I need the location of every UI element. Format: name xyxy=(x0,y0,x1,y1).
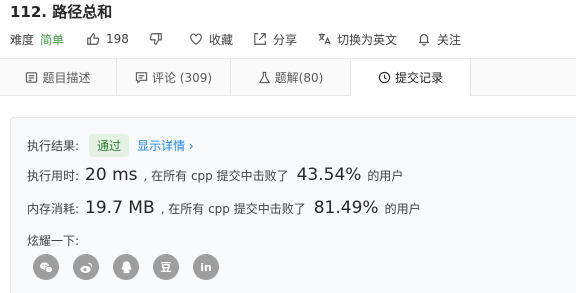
tab-comments-label: 评论 (309) xyxy=(151,71,213,85)
difficulty-label: 难度 xyxy=(10,32,35,47)
runtime-value: 20 ms xyxy=(85,165,138,185)
share-prompt-row: 炫耀一下: xyxy=(27,232,79,249)
qq-icon xyxy=(119,260,134,275)
tab-solutions[interactable]: 题解(80) xyxy=(231,59,351,96)
weibo-icon xyxy=(79,260,94,275)
follow-button[interactable]: 关注 xyxy=(417,31,461,48)
douban-icon: 豆 xyxy=(160,261,172,274)
runtime-text: , 在所有 cpp 提交中击败了 xyxy=(143,168,289,183)
status-label: 执行结果: xyxy=(27,139,80,153)
share-label: 分享 xyxy=(272,32,297,47)
heart-icon xyxy=(189,32,203,46)
tab-solutions-label: 题解(80) xyxy=(274,71,324,85)
memory-label: 内存消耗: xyxy=(27,201,80,216)
comment-icon xyxy=(135,71,148,84)
tab-description[interactable]: 题目描述 xyxy=(0,59,117,96)
translate-icon xyxy=(317,32,331,46)
linkedin-icon: in xyxy=(200,260,212,274)
memory-value: 19.7 MB xyxy=(85,198,155,218)
runtime-percentile: 43.54% xyxy=(296,165,362,185)
share-wechat-button[interactable] xyxy=(33,254,59,280)
switch-language-button[interactable]: 切换为英文 xyxy=(317,31,397,48)
share-weibo-button[interactable] xyxy=(73,254,99,280)
share-prompt: 炫耀一下: xyxy=(27,234,80,248)
share-icon xyxy=(253,32,267,46)
show-details-link[interactable]: 显示详情 › xyxy=(137,137,194,154)
memory-suffix: 的用户 xyxy=(384,201,421,216)
flask-icon xyxy=(258,71,271,84)
tab-description-label: 题目描述 xyxy=(42,71,91,85)
wechat-icon xyxy=(39,260,54,275)
like-count: 198 xyxy=(106,32,129,46)
description-icon xyxy=(25,71,38,84)
memory-row: 内存消耗: 19.7 MB , 在所有 cpp 提交中击败了 81.49% 的用… xyxy=(27,198,421,218)
favorite-button[interactable]: 收藏 xyxy=(189,31,233,48)
tab-comments[interactable]: 评论 (309) xyxy=(117,59,231,96)
tab-submissions-label: 提交记录 xyxy=(394,71,443,85)
thumbs-down-icon xyxy=(149,32,163,46)
dislike-button[interactable] xyxy=(149,32,169,46)
share-linkedin-button[interactable]: in xyxy=(193,254,219,280)
status-badge: 通过 xyxy=(89,134,130,157)
memory-percentile: 81.49% xyxy=(313,198,379,218)
tab-bar: 题目描述 评论 (309) 题解(80) 提交记录 xyxy=(0,58,576,97)
thumbs-up-icon xyxy=(86,32,100,46)
share-douban-button[interactable]: 豆 xyxy=(153,254,179,280)
difficulty-value: 简单 xyxy=(40,32,65,47)
memory-text: , 在所有 cpp 提交中击败了 xyxy=(160,201,306,216)
runtime-suffix: 的用户 xyxy=(367,168,404,183)
clock-icon xyxy=(378,71,391,84)
social-share-buttons: 豆 in xyxy=(33,254,233,280)
bell-icon xyxy=(417,32,431,46)
runtime-label: 执行用时: xyxy=(27,168,80,183)
runtime-row: 执行用时: 20 ms , 在所有 cpp 提交中击败了 43.54% 的用户 xyxy=(27,165,403,185)
problem-meta-bar: 难度 简单 198 收藏 分享 切换为英文 关注 xyxy=(10,30,481,48)
problem-title: 112. 路径总和 xyxy=(10,3,113,21)
follow-label: 关注 xyxy=(436,32,461,47)
tab-submissions[interactable]: 提交记录 xyxy=(351,59,471,97)
share-qq-button[interactable] xyxy=(113,254,139,280)
share-button[interactable]: 分享 xyxy=(253,31,297,48)
status-row: 执行结果: 通过 显示详情 › xyxy=(27,134,194,157)
like-button[interactable]: 198 xyxy=(86,32,129,46)
submission-result-panel: 执行结果: 通过 显示详情 › 执行用时: 20 ms , 在所有 cpp 提交… xyxy=(10,117,576,293)
switch-language-label: 切换为英文 xyxy=(336,32,397,47)
favorite-label: 收藏 xyxy=(208,32,233,47)
